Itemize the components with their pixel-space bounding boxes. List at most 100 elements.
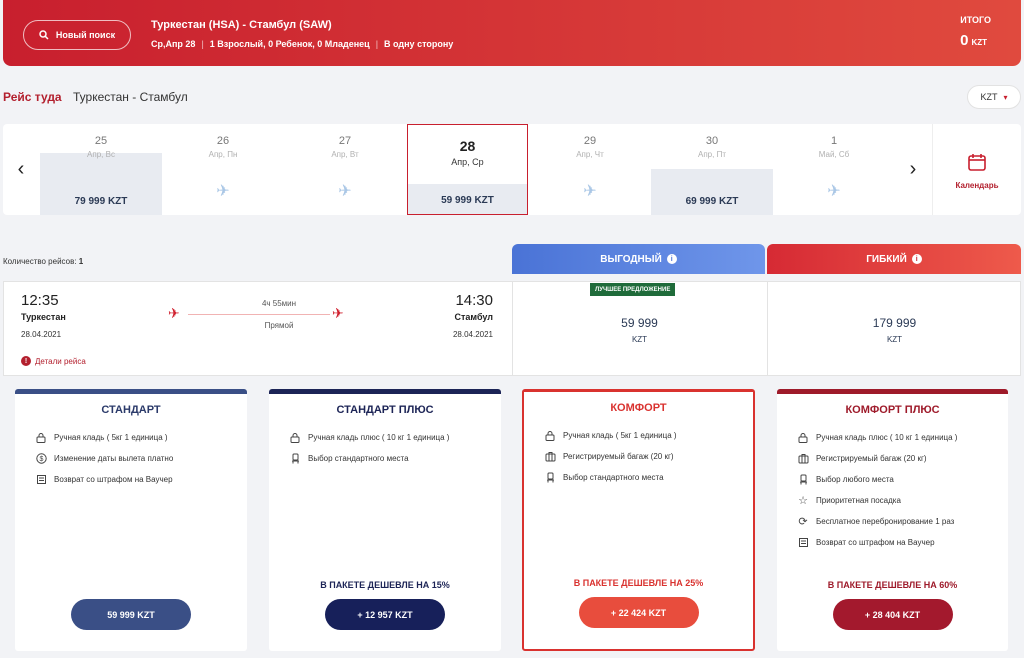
feature-label: Ручная кладь ( 5кг 1 единица ) (563, 431, 677, 440)
new-search-label: Новый поиск (55, 30, 116, 40)
trip-type: В одну сторону (384, 39, 454, 49)
departure-city: Туркестан (21, 312, 66, 322)
package-card-standard: СТАНДАРТ Ручная кладь ( 5кг 1 единица ) … (15, 389, 247, 651)
no-flight-plane-icon: ✈ (827, 183, 841, 200)
select-package-button[interactable]: + 12 957 KZT (325, 599, 445, 630)
package-card-standard-plus: СТАНДАРТ ПЛЮС Ручная кладь плюс ( 10 кг … (269, 389, 501, 651)
date-cell[interactable]: 27 Апр, Вт ✈ (284, 124, 406, 215)
best-offer-badge: ЛУЧШЕЕ ПРЕДЛОЖЕНИЕ (590, 283, 676, 296)
seat-icon (544, 472, 556, 484)
select-package-button[interactable]: 59 999 KZT (71, 599, 191, 630)
direction-label: Рейс туда (3, 90, 62, 104)
prev-dates-arrow-icon[interactable]: ‹ (3, 124, 39, 215)
info-icon: ! (21, 356, 31, 366)
package-title: КОМФОРТ (610, 402, 667, 414)
date-weekday: Май, Сб (818, 150, 850, 159)
voucher-icon (35, 474, 47, 486)
date-cell[interactable]: 25 Апр, Вс 79 999 KZT (40, 124, 162, 215)
flight-duration: 4ч 55мин (261, 299, 297, 308)
date-cell-selected[interactable]: 28 Апр, Ср 59 999 KZT (407, 124, 528, 215)
calendar-button[interactable]: Календарь (932, 124, 1021, 215)
baggage-icon (544, 451, 556, 463)
package-feature: Ручная кладь ( 5кг 1 единица ) (544, 425, 753, 446)
route-title: Туркестан (HSA) - Стамбул (SAW) (151, 19, 332, 31)
feature-label: Выбор стандартного места (308, 454, 409, 463)
flex-fare-price[interactable]: 179 999 (768, 316, 1021, 330)
fare-flex-label: ГИБКИЙ (866, 253, 907, 265)
separator: | (201, 39, 204, 49)
next-dates-arrow-icon[interactable]: › (895, 124, 931, 215)
date-price: 59 999 KZT (441, 195, 494, 206)
date-weekday: Апр, Пт (698, 150, 726, 159)
voucher-icon (797, 537, 809, 549)
select-package-button[interactable]: + 22 424 KZT (578, 597, 699, 628)
feature-label: Ручная кладь ( 5кг 1 единица ) (54, 433, 168, 442)
date-day: 26 (216, 135, 230, 147)
star-icon: ☆ (798, 495, 808, 507)
currency-select[interactable]: KZT ▾ (967, 85, 1021, 109)
info-icon[interactable]: i (911, 254, 922, 264)
rebook-icon: ⟳ (798, 516, 808, 528)
feature-label: Регистрируемый багаж (20 кг) (563, 452, 674, 461)
lock-icon (35, 432, 47, 444)
date-weekday: Апр, Пн (208, 150, 238, 159)
no-flight-plane-icon: ✈ (583, 183, 597, 200)
economy-fare-price[interactable]: 59 999 (513, 316, 766, 330)
passenger-summary: 1 Взрослый, 0 Ребенок, 0 Младенец (209, 39, 370, 49)
flex-fare-currency: KZT (886, 335, 903, 344)
plane-icon: ✈ (332, 305, 344, 321)
package-feature: Выбор стандартного места (544, 467, 753, 488)
plane-icon: ✈ (168, 305, 180, 321)
total-currency: KZT (971, 38, 987, 47)
date-day: 29 (583, 135, 597, 147)
package-feature: Ручная кладь ( 5кг 1 единица ) (35, 427, 247, 448)
feature-label: Ручная кладь плюс ( 10 кг 1 единица ) (308, 433, 450, 442)
date-strip: ‹ 25 Апр, Вс 79 999 KZT 26 Апр, Пн ✈ 27 … (3, 124, 1021, 215)
flight-details-link[interactable]: ! Детали рейса (21, 356, 86, 366)
package-feature: $ Изменение даты вылета платно (35, 448, 247, 469)
total-value: 0 KZT (960, 32, 987, 49)
date-day: 27 (338, 135, 352, 147)
feature-label: Выбор любого места (816, 475, 894, 484)
package-title: КОМФОРТ ПЛЮС (845, 404, 940, 416)
currency-value: KZT (980, 92, 998, 102)
search-icon (39, 30, 49, 40)
no-flight-plane-icon: ✈ (216, 183, 230, 200)
lock-icon (797, 432, 809, 444)
package-promo: В ПАКЕТЕ ДЕШЕВЛЕ НА 25% (573, 578, 704, 588)
new-search-button[interactable]: Новый поиск (23, 20, 131, 50)
date-price: 79 999 KZT (74, 196, 128, 207)
package-promo: В ПАКЕТЕ ДЕШЕВЛЕ НА 60% (827, 580, 958, 590)
flight-stops: Прямой (264, 321, 294, 330)
departure-date: 28.04.2021 (21, 330, 62, 339)
date-cell[interactable]: 29 Апр, Чт ✈ (529, 124, 651, 215)
date-cell[interactable]: 26 Апр, Пн ✈ (162, 124, 284, 215)
economy-fare-currency: KZT (631, 335, 648, 344)
date-day: 25 (94, 135, 108, 147)
select-package-button[interactable]: + 28 404 KZT (832, 599, 953, 630)
date-weekday: Апр, Вс (87, 150, 115, 159)
package-feature: ☆ Приоритетная посадка (797, 490, 1008, 511)
arrival-city: Стамбул (454, 312, 494, 322)
seat-icon (289, 453, 301, 465)
package-feature: Ручная кладь плюс ( 10 кг 1 единица ) (289, 427, 501, 448)
package-feature: Возврат со штрафом на Ваучер (35, 469, 247, 490)
date-price: 69 999 KZT (685, 196, 739, 207)
arrival-time: 14:30 (455, 292, 493, 309)
lock-icon (544, 430, 556, 442)
package-feature: Ручная кладь плюс ( 10 кг 1 единица ) (797, 427, 1008, 448)
lock-icon (289, 432, 301, 444)
baggage-icon (797, 453, 809, 465)
date-cell[interactable]: 1 Май, Сб ✈ (773, 124, 895, 215)
flights-count-value: 1 (78, 257, 84, 266)
route-line (188, 314, 330, 315)
calendar-icon (968, 154, 986, 171)
flights-count-label: Количество рейсов: (3, 257, 77, 266)
info-icon[interactable]: i (666, 254, 677, 264)
date-day: 30 (705, 135, 719, 147)
route-meta: Ср,Апр 28 | 1 Взрослый, 0 Ребенок, 0 Мла… (151, 39, 453, 49)
date-weekday: Апр, Вт (331, 150, 359, 159)
fare-header-economy: ВЫГОДНЫЙ i (512, 244, 765, 274)
package-feature: Регистрируемый багаж (20 кг) (797, 448, 1008, 469)
date-cell[interactable]: 30 Апр, Пт 69 999 KZT (651, 124, 773, 215)
